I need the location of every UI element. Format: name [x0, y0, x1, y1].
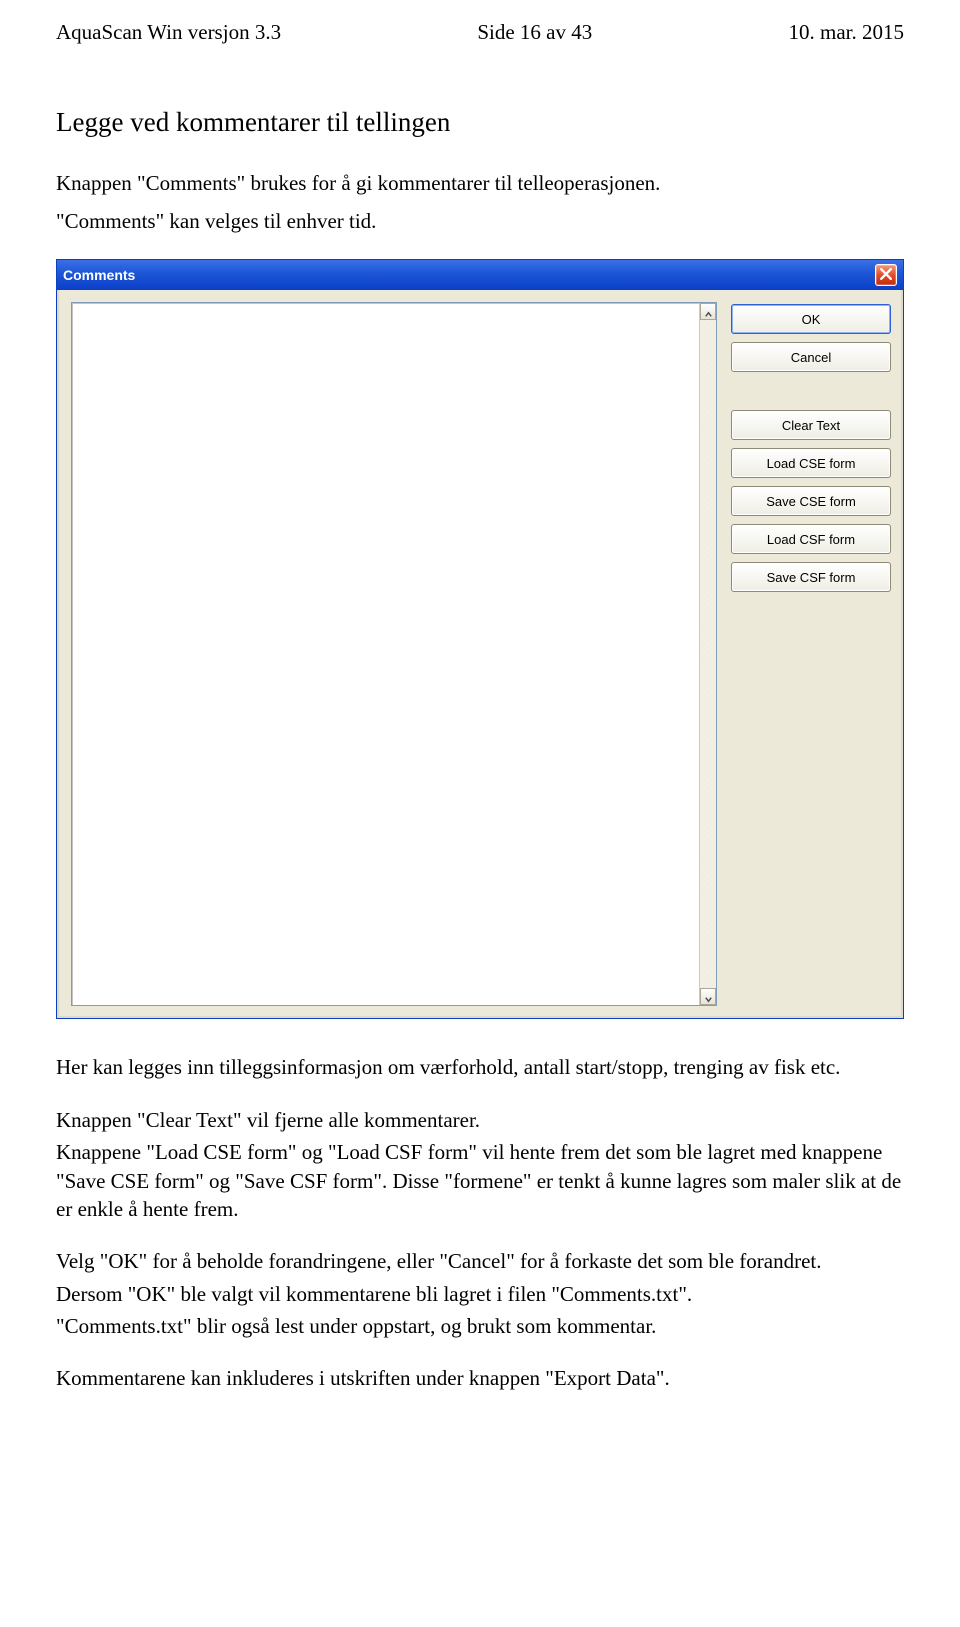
- scrollbar-track[interactable]: [700, 320, 716, 988]
- comments-textarea-value: [72, 303, 699, 1005]
- doc-header-center: Side 16 av 43: [477, 18, 592, 46]
- section-title: Legge ved kommentarer til tellingen: [56, 104, 904, 140]
- body-paragraph-6: "Comments.txt" blir også lest under opps…: [56, 1312, 904, 1340]
- ok-button[interactable]: OK: [731, 304, 891, 334]
- window-titlebar: Comments: [57, 260, 903, 290]
- body-paragraph-3: Knappene "Load CSE form" og "Load CSF fo…: [56, 1138, 904, 1223]
- textarea-scrollbar[interactable]: [699, 303, 716, 1005]
- doc-header-right: 10. mar. 2015: [788, 18, 904, 46]
- close-icon: [880, 266, 892, 285]
- cancel-button[interactable]: Cancel: [731, 342, 891, 372]
- body-paragraph-7: Kommentarene kan inkluderes i utskriften…: [56, 1364, 904, 1392]
- body-paragraph-5: Dersom "OK" ble valgt vil kommentarene b…: [56, 1280, 904, 1308]
- intro-paragraph-2: "Comments" kan velges til enhver tid.: [56, 207, 904, 235]
- comments-textarea[interactable]: [71, 302, 717, 1006]
- intro-paragraph-1: Knappen "Comments" brukes for å gi komme…: [56, 169, 904, 197]
- doc-header-left: AquaScan Win versjon 3.3: [56, 18, 281, 46]
- scroll-up-button[interactable]: [700, 303, 716, 320]
- close-button[interactable]: [875, 264, 897, 286]
- save-csf-form-button[interactable]: Save CSF form: [731, 562, 891, 592]
- window-title: Comments: [63, 266, 875, 285]
- body-paragraph-2: Knappen "Clear Text" vil fjerne alle kom…: [56, 1106, 904, 1134]
- clear-text-button[interactable]: Clear Text: [731, 410, 891, 440]
- scroll-down-button[interactable]: [700, 988, 716, 1005]
- load-csf-form-button[interactable]: Load CSF form: [731, 524, 891, 554]
- load-cse-form-button[interactable]: Load CSE form: [731, 448, 891, 478]
- body-paragraph-4: Velg "OK" for å beholde forandringene, e…: [56, 1247, 904, 1275]
- comments-window: Comments: [56, 259, 904, 1019]
- save-cse-form-button[interactable]: Save CSE form: [731, 486, 891, 516]
- body-paragraph-1: Her kan legges inn tilleggsinformasjon o…: [56, 1053, 904, 1081]
